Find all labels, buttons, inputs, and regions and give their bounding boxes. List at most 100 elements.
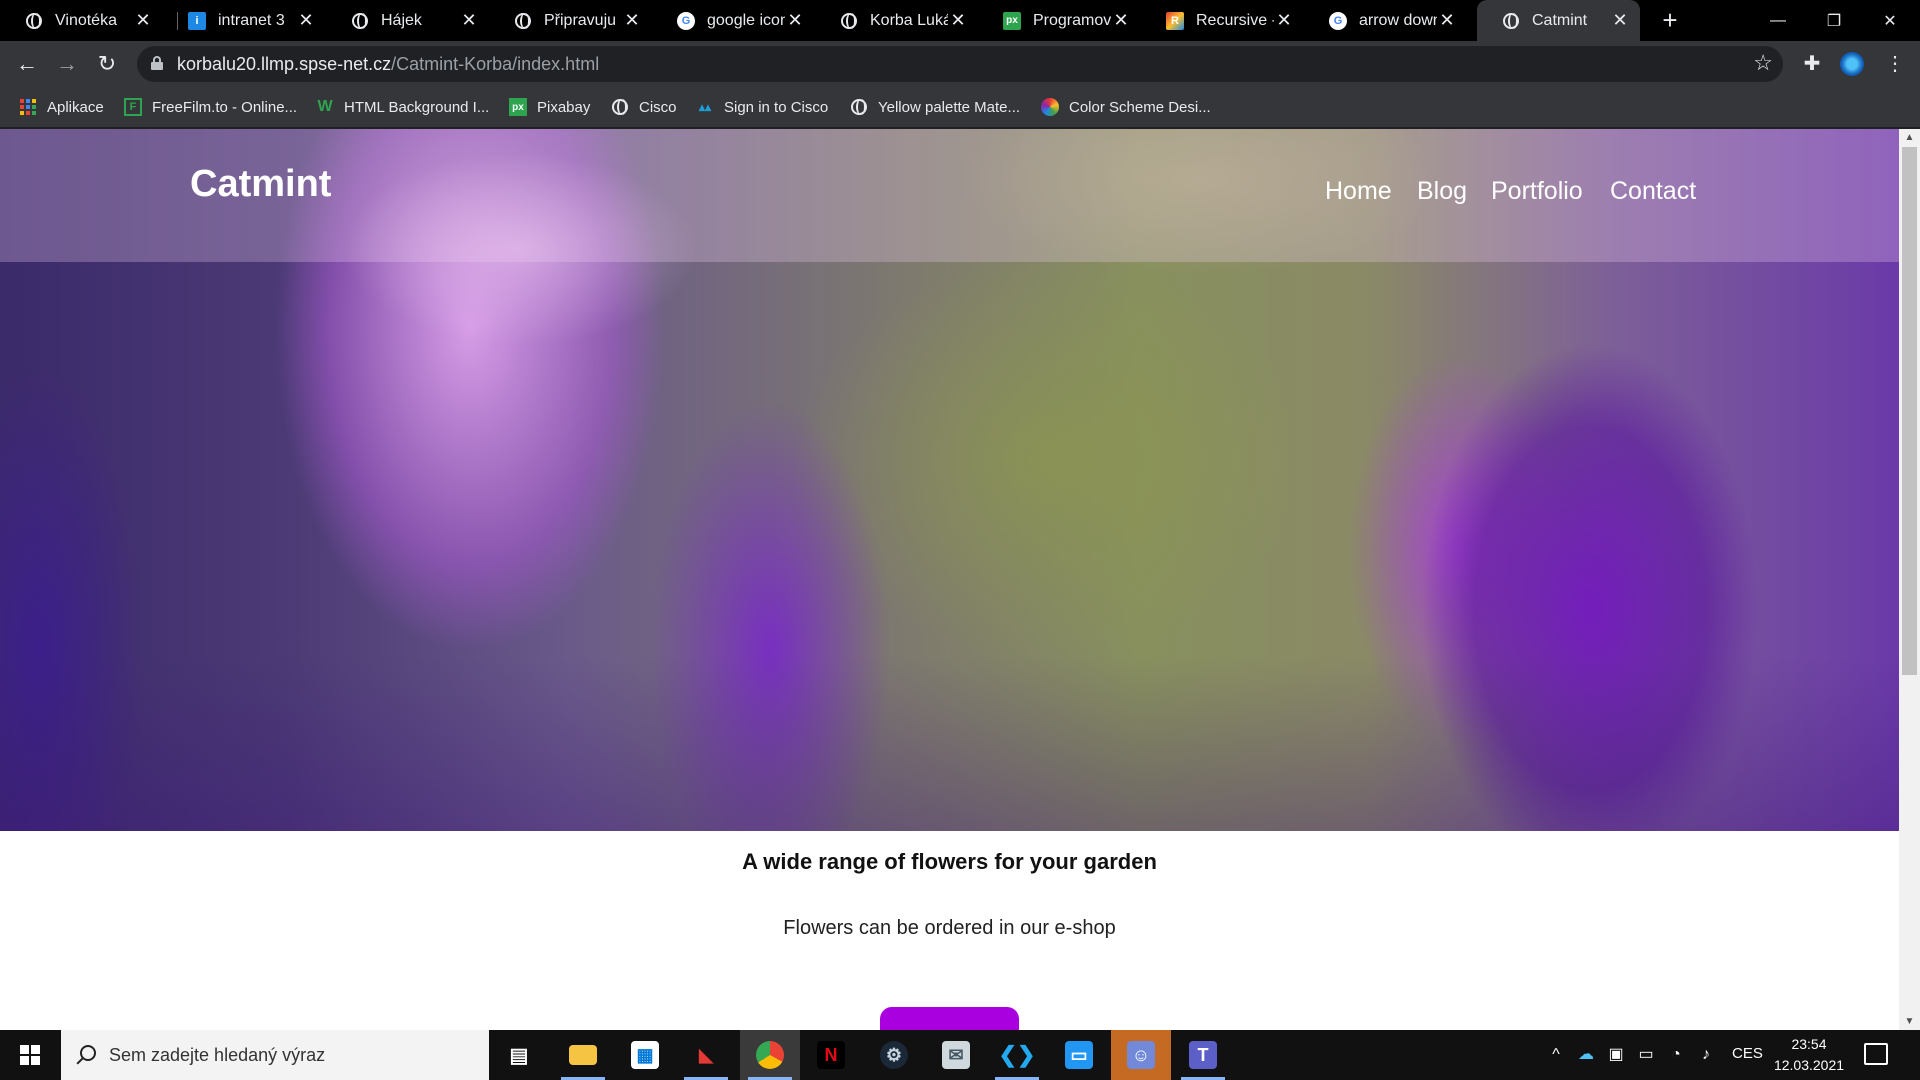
nav-portfolio-link[interactable]: Portfolio (1491, 177, 1583, 206)
url-host: korbalu20.llmp.spse-net.cz (177, 54, 392, 74)
reload-button[interactable]: ↻ (92, 49, 122, 79)
task-view-icon[interactable]: ▤ (489, 1030, 549, 1080)
tab-title: Recursive - G (1196, 11, 1274, 29)
start-button[interactable] (0, 1030, 60, 1080)
file-explorer-icon[interactable] (553, 1030, 613, 1080)
tab[interactable]: R Recursive - G ✕ (1141, 0, 1304, 41)
bookmark-item[interactable]: px Pixabay (509, 87, 590, 127)
vscode-icon[interactable]: ❮❯ (987, 1030, 1047, 1080)
tab-title: Hájek (381, 11, 422, 29)
new-tab-button[interactable]: + (1656, 6, 1684, 34)
w-icon: W (317, 98, 333, 115)
forward-button[interactable]: → (52, 49, 82, 79)
bookmark-label: Sign in to Cisco (724, 98, 829, 116)
bookmarks-bar: Aplikace F FreeFilm.to - Online... W HTM… (0, 87, 1920, 128)
close-icon[interactable]: ✕ (1111, 10, 1131, 31)
bookmark-label: HTML Background I... (344, 98, 490, 116)
close-icon[interactable]: ✕ (459, 10, 479, 31)
close-icon[interactable]: ✕ (948, 10, 968, 31)
section-heading: A wide range of flowers for your garden (742, 849, 1157, 874)
tab-title: google icon (707, 11, 785, 29)
scroll-down-icon[interactable]: ▼ (1899, 1013, 1920, 1030)
close-icon[interactable]: ✕ (296, 10, 316, 31)
section-description: Flowers can be ordered in our e-shop (783, 917, 1116, 939)
tab[interactable]: Připravuju ✕ (489, 0, 652, 41)
close-window-button[interactable]: ✕ (1862, 0, 1918, 41)
taskbar-search[interactable]: Sem zadejte hledaný výraz (61, 1030, 489, 1080)
bookmark-item[interactable]: Cisco (611, 87, 677, 127)
tab[interactable]: i intranet 3 ✕ (163, 0, 326, 41)
site-logo[interactable]: Catmint (190, 163, 331, 206)
notification-icon[interactable] (1864, 1043, 1888, 1065)
search-placeholder: Sem zadejte hledaný výraz (109, 1044, 326, 1065)
color-scheme-icon (1041, 98, 1059, 116)
tab[interactable]: px Programová ✕ (978, 0, 1141, 41)
close-icon[interactable]: ✕ (785, 10, 805, 31)
bookmark-star-icon[interactable]: ☆ (1753, 50, 1773, 76)
news-icon[interactable]: ▭ (1049, 1030, 1109, 1080)
bookmark-item[interactable]: Yellow palette Mate... (850, 87, 1020, 127)
page-viewport: Catmint Home Blog Portfolio Contact A wi… (0, 129, 1920, 1030)
clock[interactable]: 23:54 12.03.2021 (1770, 1034, 1848, 1076)
netflix-icon[interactable]: N (801, 1030, 861, 1080)
url-text[interactable]: korbalu20.llmp.spse-net.cz/Catmint-Korba… (177, 54, 599, 75)
tab-title: Korba Lukáš (870, 11, 948, 29)
tab[interactable]: G arrow down ✕ (1304, 0, 1467, 41)
google-icon: G (677, 11, 695, 30)
tab[interactable]: Hájek ✕ (326, 0, 489, 41)
media-icon[interactable]: ▣ (1605, 1045, 1627, 1065)
bookmark-item[interactable]: ▴▴ Sign in to Cisco (696, 87, 828, 127)
windows-logo-icon (20, 1045, 40, 1065)
battery-icon[interactable]: ▭ (1635, 1045, 1657, 1065)
address-bar[interactable]: korbalu20.llmp.spse-net.cz/Catmint-Korba… (137, 46, 1783, 82)
discord-icon[interactable]: ☺ (1111, 1030, 1171, 1080)
back-button[interactable]: ← (12, 49, 42, 79)
onedrive-icon[interactable]: ☁ (1575, 1045, 1597, 1065)
url-path: /Catmint-Korba/index.html (391, 54, 600, 74)
tab-title: intranet 3 (218, 11, 285, 29)
close-icon[interactable]: ✕ (1610, 10, 1630, 31)
language-indicator[interactable]: CES (1732, 1045, 1763, 1062)
bookmark-item[interactable]: Aplikace (19, 87, 104, 127)
scroll-up-icon[interactable]: ▲ (1899, 129, 1920, 146)
tab[interactable]: G google icon ✕ (652, 0, 815, 41)
chevron-up-icon[interactable]: ^ (1545, 1045, 1567, 1065)
globe-icon (840, 12, 858, 30)
lock-icon[interactable] (151, 56, 163, 70)
teams-icon[interactable]: T (1173, 1030, 1233, 1080)
cisco-icon: ▴▴ (698, 100, 712, 114)
extensions-icon[interactable]: ✚ (1797, 49, 1827, 79)
page-scrollbar[interactable]: ▲ ▼ (1899, 129, 1920, 1030)
bookmark-item[interactable]: W HTML Background I... (316, 87, 489, 127)
nav-home-link[interactable]: Home (1325, 177, 1392, 206)
wifi-icon[interactable]: ◔ (1665, 1045, 1687, 1065)
scrollbar-thumb[interactable] (1902, 147, 1917, 675)
close-icon[interactable]: ✕ (133, 10, 153, 31)
chrome-icon[interactable] (740, 1030, 800, 1080)
restore-button[interactable]: ❐ (1806, 0, 1862, 41)
minimize-button[interactable]: — (1750, 0, 1806, 41)
tab[interactable]: Vinotéka ✕ (0, 0, 163, 41)
tab-title: Programová (1033, 11, 1111, 29)
menu-icon[interactable]: ⋮ (1880, 49, 1910, 79)
nav-contact-link[interactable]: Contact (1610, 177, 1696, 206)
steam-icon[interactable]: ⚙ (864, 1030, 924, 1080)
px-icon: px (1003, 11, 1021, 30)
mail-icon[interactable]: ✉ (926, 1030, 986, 1080)
close-icon[interactable]: ✕ (622, 10, 642, 31)
px-icon: px (509, 98, 527, 116)
tab[interactable]: Korba Lukáš ✕ (815, 0, 978, 41)
game-icon[interactable]: ◣ (676, 1030, 736, 1080)
eshop-button[interactable] (880, 1007, 1019, 1030)
profile-avatar[interactable] (1840, 52, 1864, 76)
bookmark-item[interactable]: F FreeFilm.to - Online... (124, 87, 297, 127)
volume-icon[interactable]: ♪ (1695, 1045, 1717, 1065)
site-header: Catmint Home Blog Portfolio Contact (0, 129, 1899, 262)
bookmark-item[interactable]: Color Scheme Desi... (1041, 87, 1211, 127)
tab-active[interactable]: Catmint ✕ (1477, 0, 1640, 41)
nav-blog-link[interactable]: Blog (1417, 177, 1467, 206)
close-icon[interactable]: ✕ (1274, 10, 1294, 31)
store-icon[interactable]: ▦ (615, 1030, 675, 1080)
globe-icon (25, 12, 43, 30)
close-icon[interactable]: ✕ (1437, 10, 1457, 31)
